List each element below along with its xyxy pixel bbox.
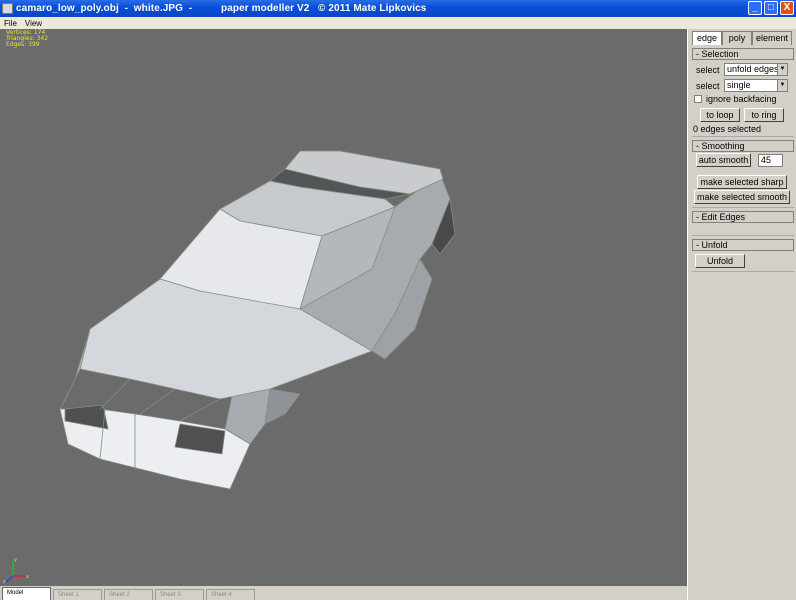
axis-label-y: y	[14, 557, 17, 563]
divider	[692, 271, 794, 272]
select-type-row: select single ▼	[696, 79, 788, 92]
tab-element[interactable]: element	[752, 31, 792, 45]
to-loop-button[interactable]: to loop	[700, 108, 740, 122]
make-selected-smooth-button[interactable]: make selected smooth	[694, 190, 790, 204]
tab-sheet-4[interactable]: Sheet 4	[206, 589, 255, 600]
ignore-backfacing-label: ignore backfacing	[706, 94, 777, 104]
unfold-header[interactable]: - Unfold	[692, 239, 794, 251]
divider	[692, 136, 794, 137]
tab-poly[interactable]: poly	[722, 31, 752, 45]
menu-view[interactable]: View	[21, 19, 46, 28]
maximize-button[interactable]: □	[764, 1, 778, 15]
edit-edges-header[interactable]: - Edit Edges	[692, 211, 794, 223]
divider	[692, 207, 794, 208]
to-ring-button[interactable]: to ring	[744, 108, 784, 122]
window-controls: _ □ X	[748, 1, 794, 15]
make-selected-sharp-button[interactable]: make selected sharp	[697, 175, 787, 189]
auto-smooth-button[interactable]: auto smooth	[696, 153, 751, 167]
menu-file[interactable]: File	[0, 19, 21, 28]
smooth-angle-input[interactable]: 45	[758, 154, 783, 167]
chevron-down-icon: ▼	[777, 80, 787, 91]
close-button[interactable]: X	[780, 1, 794, 15]
tab-sheet-2[interactable]: Sheet 2	[104, 589, 153, 600]
tab-edge[interactable]: edge	[692, 31, 722, 45]
ignore-backfacing-checkbox[interactable]	[694, 95, 702, 103]
tab-model[interactable]: Model	[2, 587, 51, 600]
window-title: camaro_low_poly.obj - white.JPG - paper …	[16, 3, 427, 14]
select-type-dropdown[interactable]: single ▼	[724, 79, 788, 92]
car-model[interactable]	[0, 29, 687, 586]
menu-bar: File View	[0, 17, 796, 29]
select-mode-value: unfold edges	[727, 64, 779, 74]
unfold-button[interactable]: Unfold	[695, 254, 745, 268]
chevron-down-icon: ▼	[777, 64, 787, 75]
select-mode-row: select unfold edges ▼	[696, 63, 788, 76]
title-bar: camaro_low_poly.obj - white.JPG - paper …	[0, 0, 796, 17]
divider	[692, 235, 794, 236]
select-label: select	[696, 80, 720, 91]
selection-status: 0 edges selected	[693, 124, 762, 134]
selection-header[interactable]: - Selection	[692, 48, 794, 60]
app-icon	[2, 3, 13, 14]
select-mode-dropdown[interactable]: unfold edges ▼	[724, 63, 788, 76]
select-type-value: single	[727, 80, 751, 90]
mode-tabs: edge poly element	[692, 31, 792, 45]
tab-sheet-3[interactable]: Sheet 3	[155, 589, 204, 600]
sheet-tab-bar: Model Sheet 1 Sheet 2 Sheet 3 Sheet 4	[0, 586, 687, 600]
tool-panel: edge poly element - Selection select unf…	[687, 29, 796, 600]
select-label: select	[696, 64, 720, 75]
ignore-backfacing-row: ignore backfacing	[694, 94, 777, 104]
minimize-button[interactable]: _	[748, 1, 762, 15]
axis-gizmo: y x z	[3, 557, 29, 584]
tab-sheet-1[interactable]: Sheet 1	[53, 589, 102, 600]
axis-label-z: z	[3, 579, 6, 584]
smoothing-header[interactable]: - Smoothing	[692, 140, 794, 152]
3d-viewport[interactable]: Vertices: 174 Triangles: 342 Edges: 399	[0, 29, 687, 586]
axis-label-x: x	[26, 574, 29, 580]
